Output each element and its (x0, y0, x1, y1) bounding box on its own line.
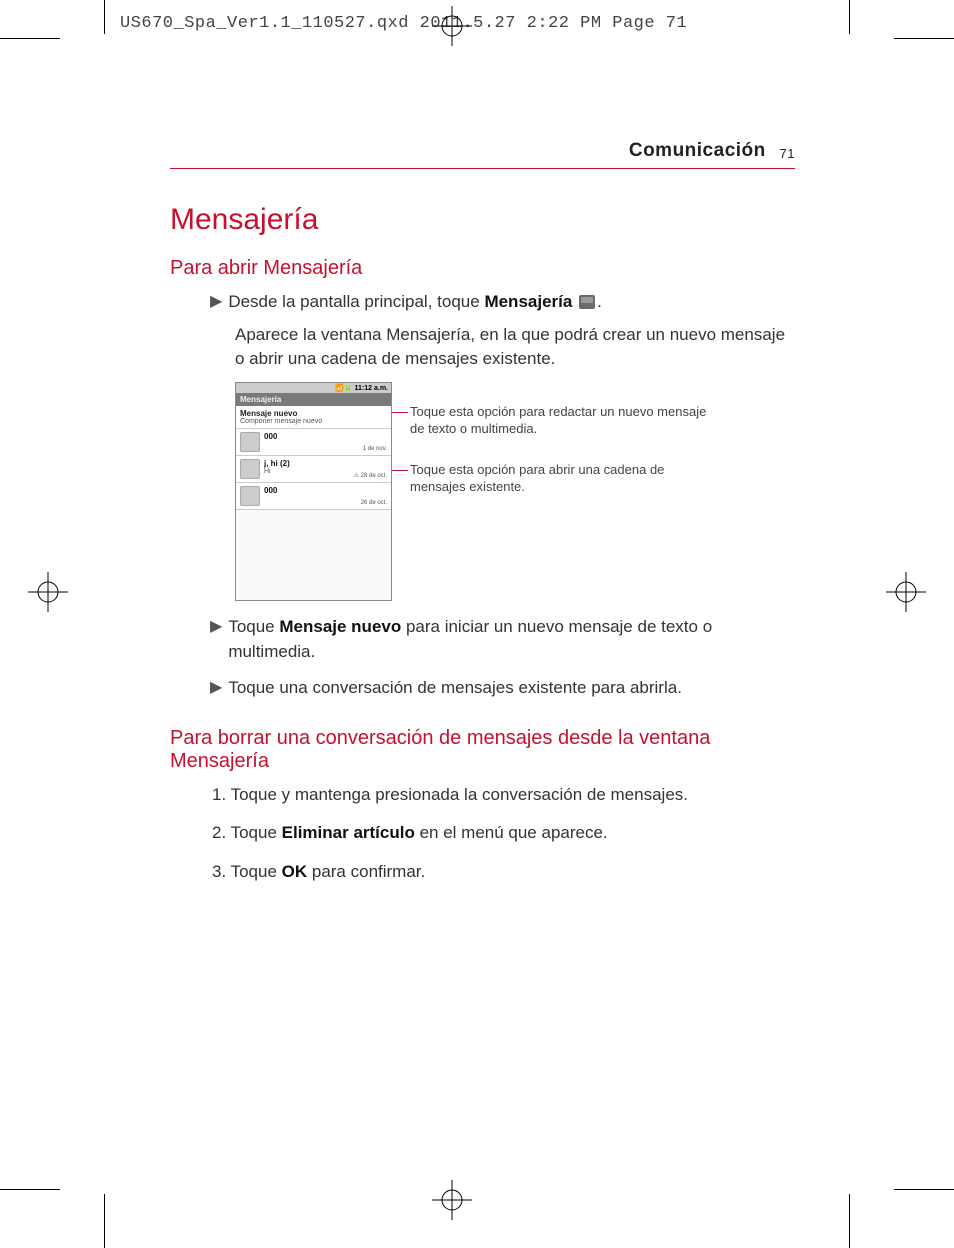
crop-mark (894, 38, 954, 39)
phone-mock: 📶🔋 11:12 a.m. Mensajería Mensaje nuevo C… (235, 382, 392, 601)
paragraph: Aparece la ventana Mensajería, en la que… (235, 323, 795, 372)
callout-thread: Toque esta opción para abrir una cadena … (410, 462, 710, 496)
crop-mark (104, 0, 105, 34)
figure: 📶🔋 11:12 a.m. Mensajería Mensaje nuevo C… (235, 382, 795, 601)
registration-mark-icon (432, 1180, 472, 1220)
step-bullet: ▶ Toque una conversación de mensajes exi… (210, 676, 795, 701)
running-head: Comunicación 71 (170, 140, 795, 169)
step-bullet: ▶ Toque Mensaje nuevo para iniciar un nu… (210, 615, 795, 664)
crop-mark (894, 1189, 954, 1190)
crop-mark (0, 1189, 60, 1190)
registration-mark-icon (432, 6, 472, 46)
step-bullet: ▶ Desde la pantalla principal, toque Men… (210, 290, 795, 315)
ordered-steps: 1. Toque y mantenga presionada la conver… (212, 783, 795, 885)
step-text: Toque Mensaje nuevo para iniciar un nuev… (228, 615, 795, 664)
registration-mark-icon (28, 572, 68, 612)
registration-mark-icon (886, 572, 926, 612)
subsection-delete: Para borrar una conversación de mensajes… (170, 727, 795, 773)
crop-mark (849, 0, 850, 34)
ordered-step: 2. Toque Eliminar artículo en el menú qu… (212, 821, 795, 846)
thread-row: 000 1 de nov. (236, 429, 391, 456)
messaging-icon (579, 295, 595, 309)
callout-new-message: Toque esta opción para redactar un nuevo… (410, 404, 710, 438)
page-content: Comunicación 71 Mensajería Para abrir Me… (170, 140, 795, 899)
step-text: Desde la pantalla principal, toque Mensa… (228, 290, 795, 315)
ordered-step: 3. Toque OK para confirmar. (212, 860, 795, 885)
crop-mark (104, 1194, 105, 1248)
triangle-bullet-icon: ▶ (210, 676, 222, 700)
page-title: Mensajería (170, 203, 795, 237)
avatar-icon (240, 486, 260, 506)
avatar-icon (240, 432, 260, 452)
subsection-open: Para abrir Mensajería (170, 257, 795, 280)
crop-mark (0, 38, 60, 39)
avatar-icon (240, 459, 260, 479)
triangle-bullet-icon: ▶ (210, 615, 222, 639)
section-name: Comunicación (629, 140, 766, 161)
print-header: US670_Spa_Ver1.1_110527.qxd 2011.5.27 2:… (120, 14, 687, 33)
thread-row: 000 26 de oct. (236, 483, 391, 510)
crop-mark (849, 1194, 850, 1248)
new-message-row: Mensaje nuevo Componer mensaje nuevo (236, 406, 391, 429)
ordered-step: 1. Toque y mantenga presionada la conver… (212, 783, 795, 808)
phone-empty-area (236, 510, 391, 600)
thread-row: j, hi (2)Hi ⚠ 28 de oct. (236, 456, 391, 483)
page-number: 71 (780, 146, 795, 161)
app-titlebar: Mensajería (236, 393, 391, 406)
triangle-bullet-icon: ▶ (210, 290, 222, 314)
status-bar: 📶🔋 11:12 a.m. (236, 383, 391, 393)
step-text: Toque una conversación de mensajes exist… (228, 676, 795, 701)
